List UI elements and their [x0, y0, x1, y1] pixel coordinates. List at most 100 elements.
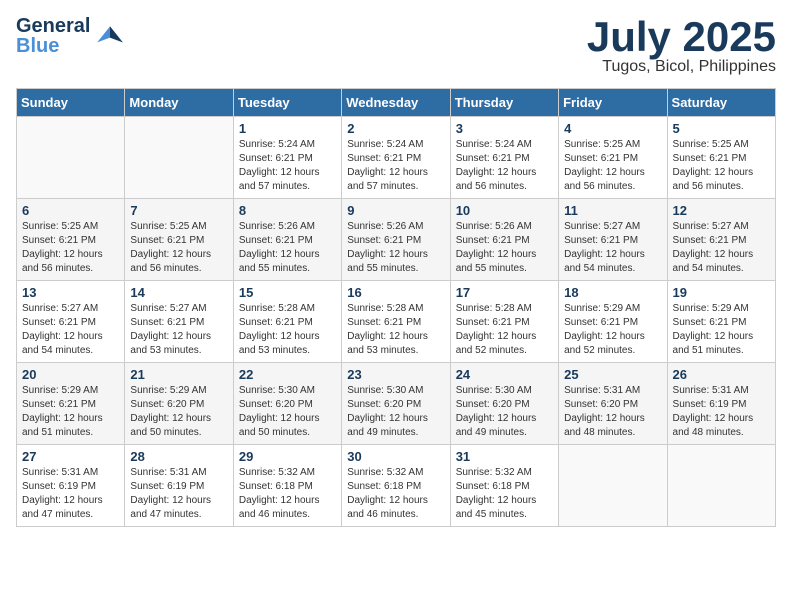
- day-number: 30: [347, 449, 444, 464]
- day-number: 2: [347, 121, 444, 136]
- day-info: Sunrise: 5:29 AM Sunset: 6:20 PM Dayligh…: [130, 384, 227, 440]
- day-number: 12: [673, 203, 770, 218]
- day-info: Sunrise: 5:31 AM Sunset: 6:19 PM Dayligh…: [673, 384, 770, 440]
- calendar-cell: [125, 117, 233, 199]
- weekday-header-thursday: Thursday: [450, 89, 558, 117]
- day-info: Sunrise: 5:28 AM Sunset: 6:21 PM Dayligh…: [347, 302, 444, 358]
- logo-bird-icon: [94, 20, 126, 52]
- day-info: Sunrise: 5:31 AM Sunset: 6:19 PM Dayligh…: [130, 466, 227, 522]
- day-info: Sunrise: 5:29 AM Sunset: 6:21 PM Dayligh…: [564, 302, 661, 358]
- weekday-header-row: SundayMondayTuesdayWednesdayThursdayFrid…: [17, 89, 776, 117]
- day-info: Sunrise: 5:27 AM Sunset: 6:21 PM Dayligh…: [130, 302, 227, 358]
- logo: General Blue: [16, 16, 126, 56]
- logo-general: General: [16, 16, 90, 36]
- calendar-cell: 9 Sunrise: 5:26 AM Sunset: 6:21 PM Daylig…: [342, 199, 450, 281]
- calendar-cell: 15 Sunrise: 5:28 AM Sunset: 6:21 PM Dayli…: [233, 281, 341, 363]
- day-info: Sunrise: 5:26 AM Sunset: 6:21 PM Dayligh…: [239, 220, 336, 276]
- page-header: General Blue July 2025 Tugos, Bicol, Phi…: [16, 16, 776, 76]
- day-number: 1: [239, 121, 336, 136]
- day-info: Sunrise: 5:28 AM Sunset: 6:21 PM Dayligh…: [239, 302, 336, 358]
- day-number: 16: [347, 285, 444, 300]
- day-info: Sunrise: 5:25 AM Sunset: 6:21 PM Dayligh…: [564, 138, 661, 194]
- day-number: 27: [22, 449, 119, 464]
- calendar-cell: 4 Sunrise: 5:25 AM Sunset: 6:21 PM Daylig…: [559, 117, 667, 199]
- calendar-cell: 10 Sunrise: 5:26 AM Sunset: 6:21 PM Dayli…: [450, 199, 558, 281]
- day-number: 9: [347, 203, 444, 218]
- calendar-cell: [17, 117, 125, 199]
- day-number: 4: [564, 121, 661, 136]
- calendar-cell: 3Sunrise: 5:24 AM Sunset: 6:21 PM Daylig…: [450, 117, 558, 199]
- day-info: Sunrise: 5:25 AM Sunset: 6:21 PM Dayligh…: [673, 138, 770, 194]
- day-info: Sunrise: 5:24 AM Sunset: 6:21 PM Dayligh…: [347, 138, 444, 194]
- calendar-cell: [667, 445, 775, 527]
- calendar-week-4: 20 Sunrise: 5:29 AM Sunset: 6:21 PM Dayli…: [17, 363, 776, 445]
- calendar-cell: 27Sunrise: 5:31 AM Sunset: 6:19 PM Dayli…: [17, 445, 125, 527]
- calendar-cell: 25Sunrise: 5:31 AM Sunset: 6:20 PM Dayli…: [559, 363, 667, 445]
- calendar-cell: 30Sunrise: 5:32 AM Sunset: 6:18 PM Dayli…: [342, 445, 450, 527]
- calendar-week-1: 1 Sunrise: 5:24 AM Sunset: 6:21 PM Daylig…: [17, 117, 776, 199]
- day-info: Sunrise: 5:27 AM Sunset: 6:21 PM Dayligh…: [564, 220, 661, 276]
- calendar-cell: 28Sunrise: 5:31 AM Sunset: 6:19 PM Dayli…: [125, 445, 233, 527]
- day-number: 25: [564, 367, 661, 382]
- day-info: Sunrise: 5:27 AM Sunset: 6:21 PM Dayligh…: [22, 302, 119, 358]
- day-number: 20: [22, 367, 119, 382]
- day-number: 24: [456, 367, 553, 382]
- calendar-cell: 8 Sunrise: 5:26 AM Sunset: 6:21 PM Daylig…: [233, 199, 341, 281]
- day-number: 19: [673, 285, 770, 300]
- day-info: Sunrise: 5:29 AM Sunset: 6:21 PM Dayligh…: [673, 302, 770, 358]
- day-number: 15: [239, 285, 336, 300]
- calendar-cell: 31 Sunrise: 5:32 AM Sunset: 6:18 PM Dayli…: [450, 445, 558, 527]
- weekday-header-friday: Friday: [559, 89, 667, 117]
- calendar-cell: [559, 445, 667, 527]
- day-info: Sunrise: 5:28 AM Sunset: 6:21 PM Dayligh…: [456, 302, 553, 358]
- weekday-header-wednesday: Wednesday: [342, 89, 450, 117]
- day-info: Sunrise: 5:30 AM Sunset: 6:20 PM Dayligh…: [239, 384, 336, 440]
- calendar-cell: 5 Sunrise: 5:25 AM Sunset: 6:21 PM Daylig…: [667, 117, 775, 199]
- calendar-cell: 13 Sunrise: 5:27 AM Sunset: 6:21 PM Dayli…: [17, 281, 125, 363]
- calendar-cell: 12 Sunrise: 5:27 AM Sunset: 6:21 PM Dayli…: [667, 199, 775, 281]
- day-info: Sunrise: 5:30 AM Sunset: 6:20 PM Dayligh…: [347, 384, 444, 440]
- day-number: 13: [22, 285, 119, 300]
- day-number: 21: [130, 367, 227, 382]
- day-info: Sunrise: 5:30 AM Sunset: 6:20 PM Dayligh…: [456, 384, 553, 440]
- day-number: 10: [456, 203, 553, 218]
- calendar-cell: 24 Sunrise: 5:30 AM Sunset: 6:20 PM Dayli…: [450, 363, 558, 445]
- title-block: July 2025 Tugos, Bicol, Philippines: [587, 16, 776, 76]
- calendar-week-5: 27 Sunrise: 5:31 AM Sunset: 6:19 PM Dayli…: [17, 445, 776, 527]
- calendar-cell: 23 Sunrise: 5:30 AM Sunset: 6:20 PM Dayli…: [342, 363, 450, 445]
- calendar-cell: 29Sunrise: 5:32 AM Sunset: 6:18 PM Dayli…: [233, 445, 341, 527]
- day-number: 23: [347, 367, 444, 382]
- day-info: Sunrise: 5:27 AM Sunset: 6:21 PM Dayligh…: [673, 220, 770, 276]
- day-number: 8: [239, 203, 336, 218]
- day-number: 22: [239, 367, 336, 382]
- calendar-cell: 17 Sunrise: 5:28 AM Sunset: 6:21 PM Dayli…: [450, 281, 558, 363]
- day-info: Sunrise: 5:26 AM Sunset: 6:21 PM Dayligh…: [347, 220, 444, 276]
- day-number: 31: [456, 449, 553, 464]
- day-number: 26: [673, 367, 770, 382]
- calendar-cell: 26 Sunrise: 5:31 AM Sunset: 6:19 PM Dayli…: [667, 363, 775, 445]
- month-title: July 2025: [587, 16, 776, 58]
- calendar-cell: 20 Sunrise: 5:29 AM Sunset: 6:21 PM Dayli…: [17, 363, 125, 445]
- day-info: Sunrise: 5:25 AM Sunset: 6:21 PM Dayligh…: [130, 220, 227, 276]
- day-info: Sunrise: 5:32 AM Sunset: 6:18 PM Dayligh…: [239, 466, 336, 522]
- calendar-cell: 18Sunrise: 5:29 AM Sunset: 6:21 PM Dayli…: [559, 281, 667, 363]
- day-number: 17: [456, 285, 553, 300]
- calendar-cell: 14 Sunrise: 5:27 AM Sunset: 6:21 PM Dayli…: [125, 281, 233, 363]
- calendar-cell: 22 Sunrise: 5:30 AM Sunset: 6:20 PM Dayli…: [233, 363, 341, 445]
- weekday-header-monday: Monday: [125, 89, 233, 117]
- day-info: Sunrise: 5:26 AM Sunset: 6:21 PM Dayligh…: [456, 220, 553, 276]
- weekday-header-tuesday: Tuesday: [233, 89, 341, 117]
- day-info: Sunrise: 5:25 AM Sunset: 6:21 PM Dayligh…: [22, 220, 119, 276]
- calendar-cell: 21 Sunrise: 5:29 AM Sunset: 6:20 PM Dayli…: [125, 363, 233, 445]
- day-number: 6: [22, 203, 119, 218]
- calendar-week-2: 6 Sunrise: 5:25 AM Sunset: 6:21 PM Daylig…: [17, 199, 776, 281]
- day-info: Sunrise: 5:29 AM Sunset: 6:21 PM Dayligh…: [22, 384, 119, 440]
- calendar-cell: 6 Sunrise: 5:25 AM Sunset: 6:21 PM Daylig…: [17, 199, 125, 281]
- day-number: 5: [673, 121, 770, 136]
- calendar-cell: 1Sunrise: 5:24 AM Sunset: 6:21 PM Daylig…: [233, 117, 341, 199]
- calendar-cell: 11Sunrise: 5:27 AM Sunset: 6:21 PM Dayli…: [559, 199, 667, 281]
- day-info: Sunrise: 5:32 AM Sunset: 6:18 PM Dayligh…: [456, 466, 553, 522]
- day-number: 14: [130, 285, 227, 300]
- weekday-header-saturday: Saturday: [667, 89, 775, 117]
- day-number: 7: [130, 203, 227, 218]
